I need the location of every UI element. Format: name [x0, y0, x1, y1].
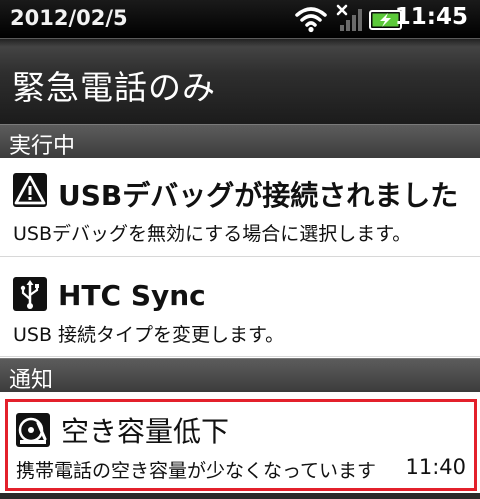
status-bar: 2012/02/5 11:45	[0, 0, 480, 38]
list-item-usb-debugging[interactable]: USBデバッグが接続されました USBデバッグを無効にする場合に選択します。	[0, 158, 480, 257]
wifi-icon	[295, 7, 327, 33]
item-title: HTC Sync	[58, 279, 206, 312]
item-subtitle: 携帯電話の空き容量が少なくなっています	[16, 460, 377, 482]
storage-icon	[16, 413, 50, 447]
warning-icon	[13, 173, 47, 207]
item-subtitle: USB 接続タイプを変更します。	[13, 324, 285, 346]
section-label: 通知	[9, 368, 54, 393]
no-signal-icon	[336, 4, 362, 31]
section-label: 実行中	[9, 134, 76, 159]
section-header-notifications: 通知	[0, 358, 480, 393]
usb-icon	[13, 277, 47, 311]
notification-panel-header: 緊急電話のみ	[0, 38, 480, 125]
list-item-low-storage[interactable]: 空き容量低下 携帯電話の空き容量が少なくなっています 11:40	[5, 399, 477, 491]
section-header-running: 実行中	[0, 124, 480, 159]
list-item-htc-sync[interactable]: HTC Sync USB 接続タイプを変更します。	[0, 257, 480, 357]
item-title: USBデバッグが接続されました	[58, 179, 459, 212]
carrier-status-title: 緊急電話のみ	[12, 68, 216, 107]
status-time: 11:45	[394, 4, 468, 30]
item-title: 空き容量低下	[61, 415, 230, 448]
item-subtitle: USBデバッグを無効にする場合に選択します。	[13, 223, 412, 245]
notification-time: 11:40	[405, 455, 466, 479]
status-date: 2012/02/5	[10, 6, 128, 30]
panel-bottom-edge	[0, 493, 480, 499]
